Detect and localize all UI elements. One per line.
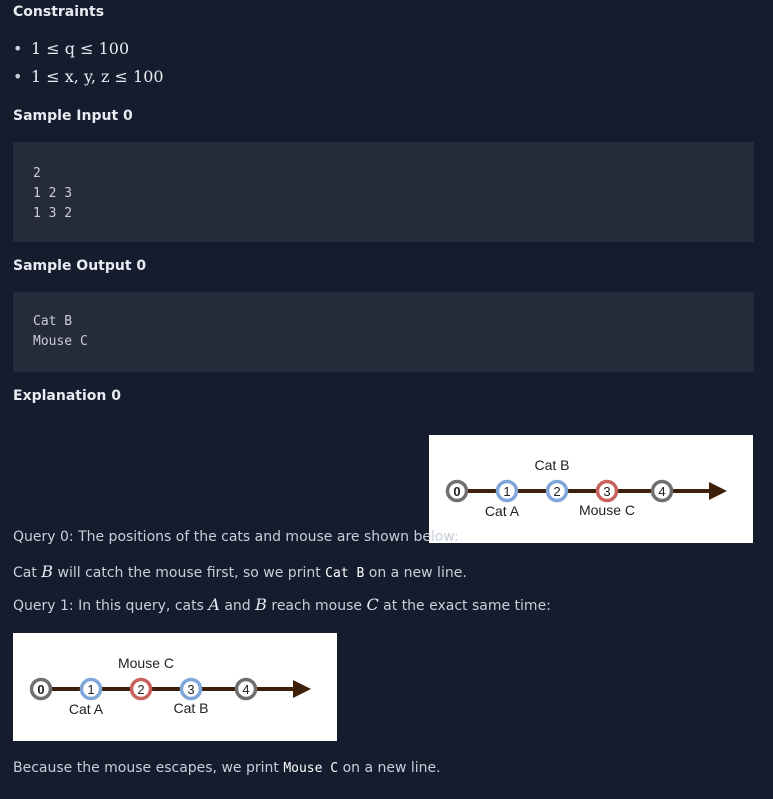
svg-text:4: 4 [242,682,249,697]
inline-code: Cat B [325,566,365,581]
svg-text:3: 3 [187,682,194,697]
svg-text:1: 1 [503,484,510,499]
query0-diagram: 0 1 2 3 4 Cat B Cat A Mouse C [429,435,753,543]
label-cat-b: Cat B [534,457,569,473]
query1-text: Query 1: In this query, cats A and B rea… [13,595,551,614]
arrow-head-icon [709,482,727,500]
query0-result-text: Cat B will catch the mouse first, so we … [13,562,467,581]
bullet-icon: • [13,67,23,86]
sample-output-heading: Sample Output 0 [13,258,147,274]
explanation-heading: Explanation 0 [13,388,121,404]
node-0: 0 [29,677,53,701]
code-line: Cat B [33,314,73,329]
constraint-item: • 1 ≤ x, y, z ≤ 100 [13,67,164,86]
svg-text:4: 4 [658,484,665,499]
code-line: 1 3 2 [33,206,73,221]
code-line: 1 2 3 [33,186,73,201]
label-mouse-c: Mouse C [118,655,174,671]
label-cat-a: Cat A [69,701,104,717]
node-1: 1 [495,479,519,503]
svg-text:1: 1 [87,682,94,697]
sample-input-heading: Sample Input 0 [13,108,133,124]
final-text: Because the mouse escapes, we print Mous… [13,760,441,776]
node-4: 4 [234,677,258,701]
constraints-heading: Constraints [13,4,105,20]
node-1: 1 [79,677,103,701]
query1-diagram: 0 1 2 3 4 Mouse C Cat A Cat B [13,633,337,741]
arrow-head-icon [293,680,311,698]
node-0: 0 [445,479,469,503]
constraint-item: • 1 ≤ q ≤ 100 [13,39,130,58]
bullet-icon: • [13,39,23,58]
node-2: 2 [129,677,153,701]
node-3: 3 [179,677,203,701]
code-line: Mouse C [33,334,88,349]
node-3: 3 [595,479,619,503]
label-cat-a: Cat A [485,503,520,519]
svg-text:2: 2 [137,682,144,697]
code-line: 2 [33,166,41,181]
constraints-list: • 1 ≤ q ≤ 100 • 1 ≤ x, y, z ≤ 100 [13,38,164,94]
svg-text:3: 3 [603,484,610,499]
inline-code: Mouse C [283,761,339,776]
svg-text:0: 0 [37,682,44,697]
label-mouse-c: Mouse C [579,502,635,518]
node-4: 4 [650,479,674,503]
node-2: 2 [545,479,569,503]
svg-text:0: 0 [453,484,460,499]
query0-text: Query 0: The positions of the cats and m… [13,529,459,545]
svg-text:2: 2 [553,484,560,499]
label-cat-b: Cat B [173,700,208,716]
sample-input-block[interactable]: 2 1 2 3 1 3 2 [13,142,754,242]
sample-output-block[interactable]: Cat B Mouse C [13,292,754,372]
